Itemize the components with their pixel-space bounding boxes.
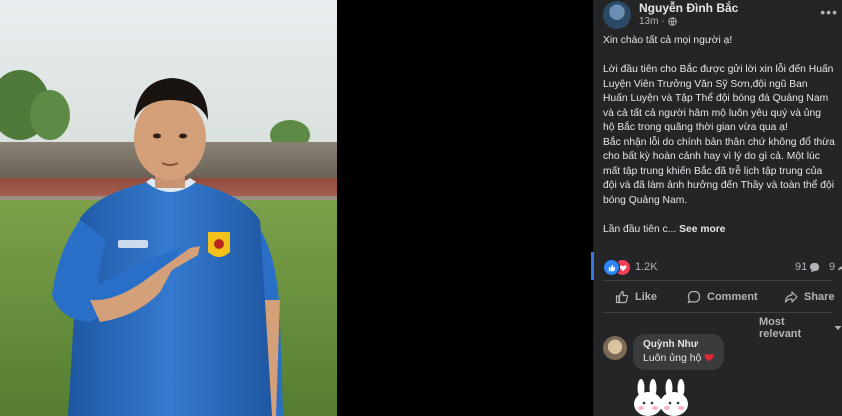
comment-label: Comment — [707, 291, 758, 303]
share-icon — [784, 291, 798, 303]
post-paragraph: Lời đầu tiên cho Bắc được gửi lời xin lỗ… — [603, 64, 835, 206]
globe-icon — [668, 17, 677, 26]
post-header: Nguyễn Đình Bắc 13m · ••• — [603, 0, 838, 30]
heart-emoji-icon — [704, 353, 714, 362]
truncated-text: Lần đầu tiên c... — [603, 223, 677, 235]
like-reaction-icon — [603, 259, 620, 276]
more-options-icon[interactable]: ••• — [820, 4, 838, 20]
comment-text: Luôn ủng hộ — [643, 352, 714, 364]
comment-button[interactable]: Comment — [687, 284, 758, 310]
reaction-icons — [603, 259, 633, 276]
rabbit-sticker-icon — [634, 379, 688, 416]
share-count-value: 9 — [829, 261, 836, 273]
see-more-link[interactable]: See more — [679, 224, 725, 235]
reaction-summary[interactable]: 1.2K 91 9 — [603, 258, 842, 276]
commenter-name[interactable]: Quỳnh Như — [643, 339, 714, 350]
viewer-background — [337, 0, 593, 416]
share-count[interactable]: 9 — [829, 261, 842, 273]
divider — [603, 280, 832, 281]
post-time[interactable]: 13m — [639, 16, 658, 27]
dot-separator: · — [661, 16, 665, 27]
share-label: Share — [804, 291, 835, 303]
comment-count-value: 91 — [795, 261, 808, 273]
post-actions: Like Comment Share — [603, 284, 842, 310]
share-button[interactable]: Share — [784, 284, 835, 310]
panel-scroll-indicator — [591, 252, 594, 280]
comment-bubble-icon — [810, 262, 820, 272]
author-name[interactable]: Nguyễn Đình Bắc — [639, 1, 738, 15]
like-icon — [615, 290, 629, 304]
post-paragraph: Xin chào tất cả mọi người ạ! — [603, 35, 733, 46]
player-figure — [52, 78, 283, 416]
post-panel: Nguyễn Đình Bắc 13m · ••• Xin chào tất c… — [593, 0, 842, 416]
author-avatar[interactable] — [603, 1, 631, 29]
post-photo[interactable] — [0, 0, 337, 416]
chevron-down-icon — [834, 326, 842, 330]
share-arrow-icon — [838, 265, 842, 271]
like-label: Like — [635, 291, 658, 303]
comment-item: Quỳnh Như Luôn ủng hộ — [603, 334, 838, 374]
comment-text-value: Luôn ủng hộ — [643, 352, 702, 364]
divider — [603, 312, 832, 313]
reaction-count[interactable]: 1.2K — [635, 261, 658, 273]
comment-count[interactable]: 91 — [795, 261, 820, 273]
post-truncated: Lần đầu tiên c... See more — [603, 223, 835, 238]
post-body: Xin chào tất cả mọi người ạ! Lời đầu tiê… — [603, 34, 835, 252]
post-meta: 13m · — [639, 16, 677, 27]
like-button[interactable]: Like — [615, 284, 657, 310]
commenter-avatar[interactable] — [603, 336, 627, 360]
comment-bubble: Quỳnh Như Luôn ủng hộ — [633, 334, 725, 370]
comment-icon — [687, 290, 701, 304]
